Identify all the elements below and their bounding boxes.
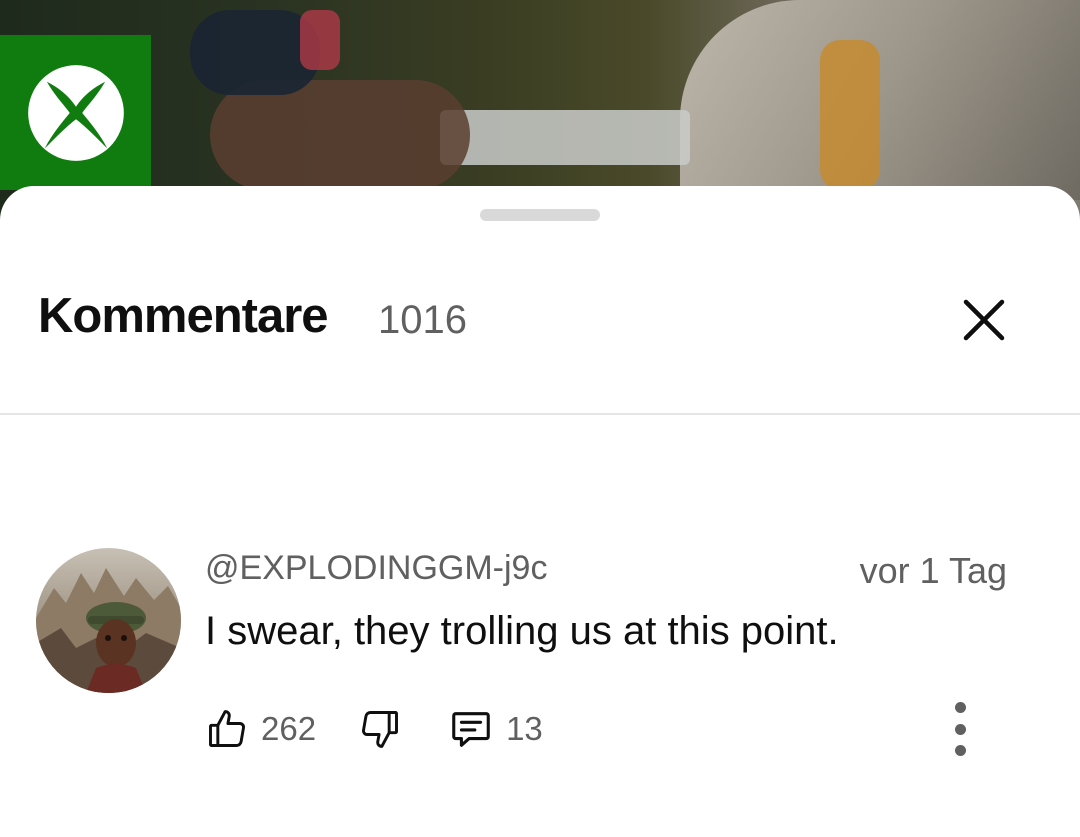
dot bbox=[954, 723, 966, 735]
close-button[interactable] bbox=[954, 290, 1014, 350]
thumbs-down-icon bbox=[362, 711, 399, 748]
like-button[interactable]: 262 bbox=[205, 707, 316, 751]
video-frame-detail bbox=[210, 80, 470, 190]
reply-count: 13 bbox=[506, 710, 543, 747]
comment-author[interactable]: @EXPLODINGGM-j9c bbox=[205, 548, 547, 588]
video-frame-detail bbox=[680, 0, 1080, 200]
dot bbox=[954, 702, 966, 713]
drag-handle[interactable] bbox=[480, 209, 600, 221]
comments-sheet: Kommentare 1016 @EXPLODINGGM-j9c vor 1 T… bbox=[0, 186, 1080, 837]
more-vert-icon[interactable] bbox=[944, 702, 976, 756]
video-frame-detail bbox=[820, 40, 880, 190]
reply-icon bbox=[452, 712, 490, 747]
comment-timestamp: vor 1 Tag bbox=[859, 550, 1007, 591]
thumbs-up-icon bbox=[209, 710, 245, 747]
comment-actions: 262 13 bbox=[205, 701, 543, 757]
close-icon bbox=[963, 299, 1005, 341]
header-divider bbox=[0, 413, 1080, 415]
avatar[interactable] bbox=[36, 548, 181, 693]
comments-count: 1016 bbox=[378, 298, 467, 342]
xbox-logo-icon bbox=[0, 35, 151, 190]
video-frame-detail bbox=[440, 110, 690, 165]
like-count: 262 bbox=[261, 710, 317, 747]
dot bbox=[954, 745, 966, 756]
comments-title: Kommentare bbox=[38, 289, 329, 343]
reply-button[interactable]: 13 bbox=[448, 706, 543, 752]
dislike-button[interactable] bbox=[358, 707, 402, 751]
video-frame-detail bbox=[300, 10, 340, 70]
comment-text: I swear, they trolling us at this point. bbox=[205, 609, 839, 653]
